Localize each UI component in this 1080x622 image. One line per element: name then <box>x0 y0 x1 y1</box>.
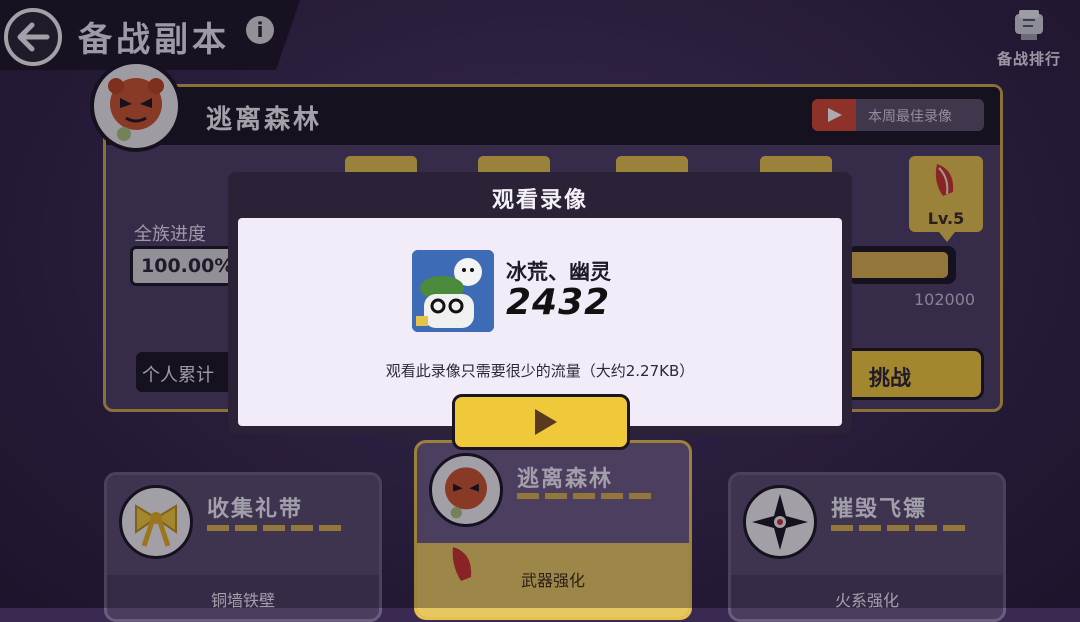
player-score: 2432 <box>506 282 611 323</box>
traffic-note: 观看此录像只需要很少的流量（大约2.27KB） <box>385 362 695 380</box>
modal-title: 观看录像 <box>491 188 588 213</box>
player-avatar <box>412 250 494 332</box>
play-replay-button[interactable] <box>452 394 630 450</box>
play-icon <box>535 409 557 435</box>
